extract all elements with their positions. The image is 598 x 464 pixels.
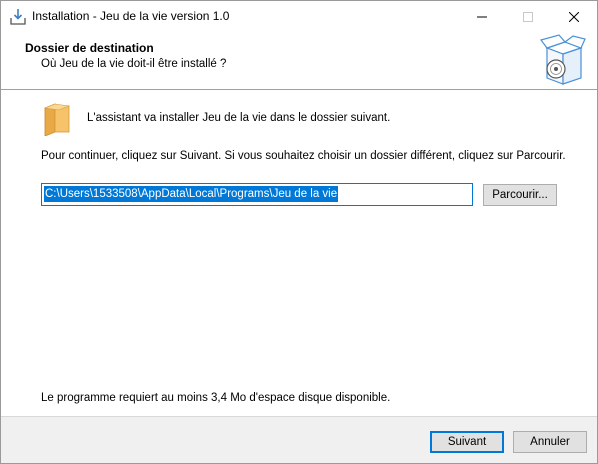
browse-button[interactable]: Parcourir...: [483, 184, 557, 206]
instructions-text: Pour continuer, cliquez sur Suivant. Si …: [41, 150, 566, 162]
close-button[interactable]: [551, 1, 597, 32]
page-title: Dossier de destination: [25, 41, 154, 55]
destination-path-field[interactable]: C:\Users\1533508\AppData\Local\Programs\…: [41, 183, 473, 206]
cancel-button[interactable]: Annuler: [513, 431, 587, 453]
maximize-icon: [523, 11, 533, 22]
maximize-button[interactable]: [505, 1, 551, 32]
title-bar[interactable]: Installation - Jeu de la vie version 1.0: [1, 1, 597, 32]
window-title: Installation - Jeu de la vie version 1.0: [32, 9, 230, 23]
wizard-header: Dossier de destination Où Jeu de la vie …: [1, 32, 597, 90]
next-button[interactable]: Suivant: [430, 431, 504, 453]
minimize-button[interactable]: [459, 1, 505, 32]
intro-text: L'assistant va installer Jeu de la vie d…: [87, 112, 391, 124]
destination-path-value: C:\Users\1533508\AppData\Local\Programs\…: [44, 186, 339, 202]
software-box-icon: [539, 34, 587, 88]
installer-window: Installation - Jeu de la vie version 1.0…: [0, 0, 598, 464]
disk-space-text: Le programme requiert au moins 3,4 Mo d'…: [41, 392, 391, 404]
wizard-footer: Suivant Annuler: [1, 417, 597, 463]
header-divider: [1, 89, 597, 90]
page-subtitle: Où Jeu de la vie doit-il être installé ?: [41, 58, 227, 70]
close-icon: [569, 11, 579, 22]
minimize-icon: [477, 16, 487, 17]
installer-icon: [9, 8, 27, 26]
folder-icon: [41, 102, 73, 137]
